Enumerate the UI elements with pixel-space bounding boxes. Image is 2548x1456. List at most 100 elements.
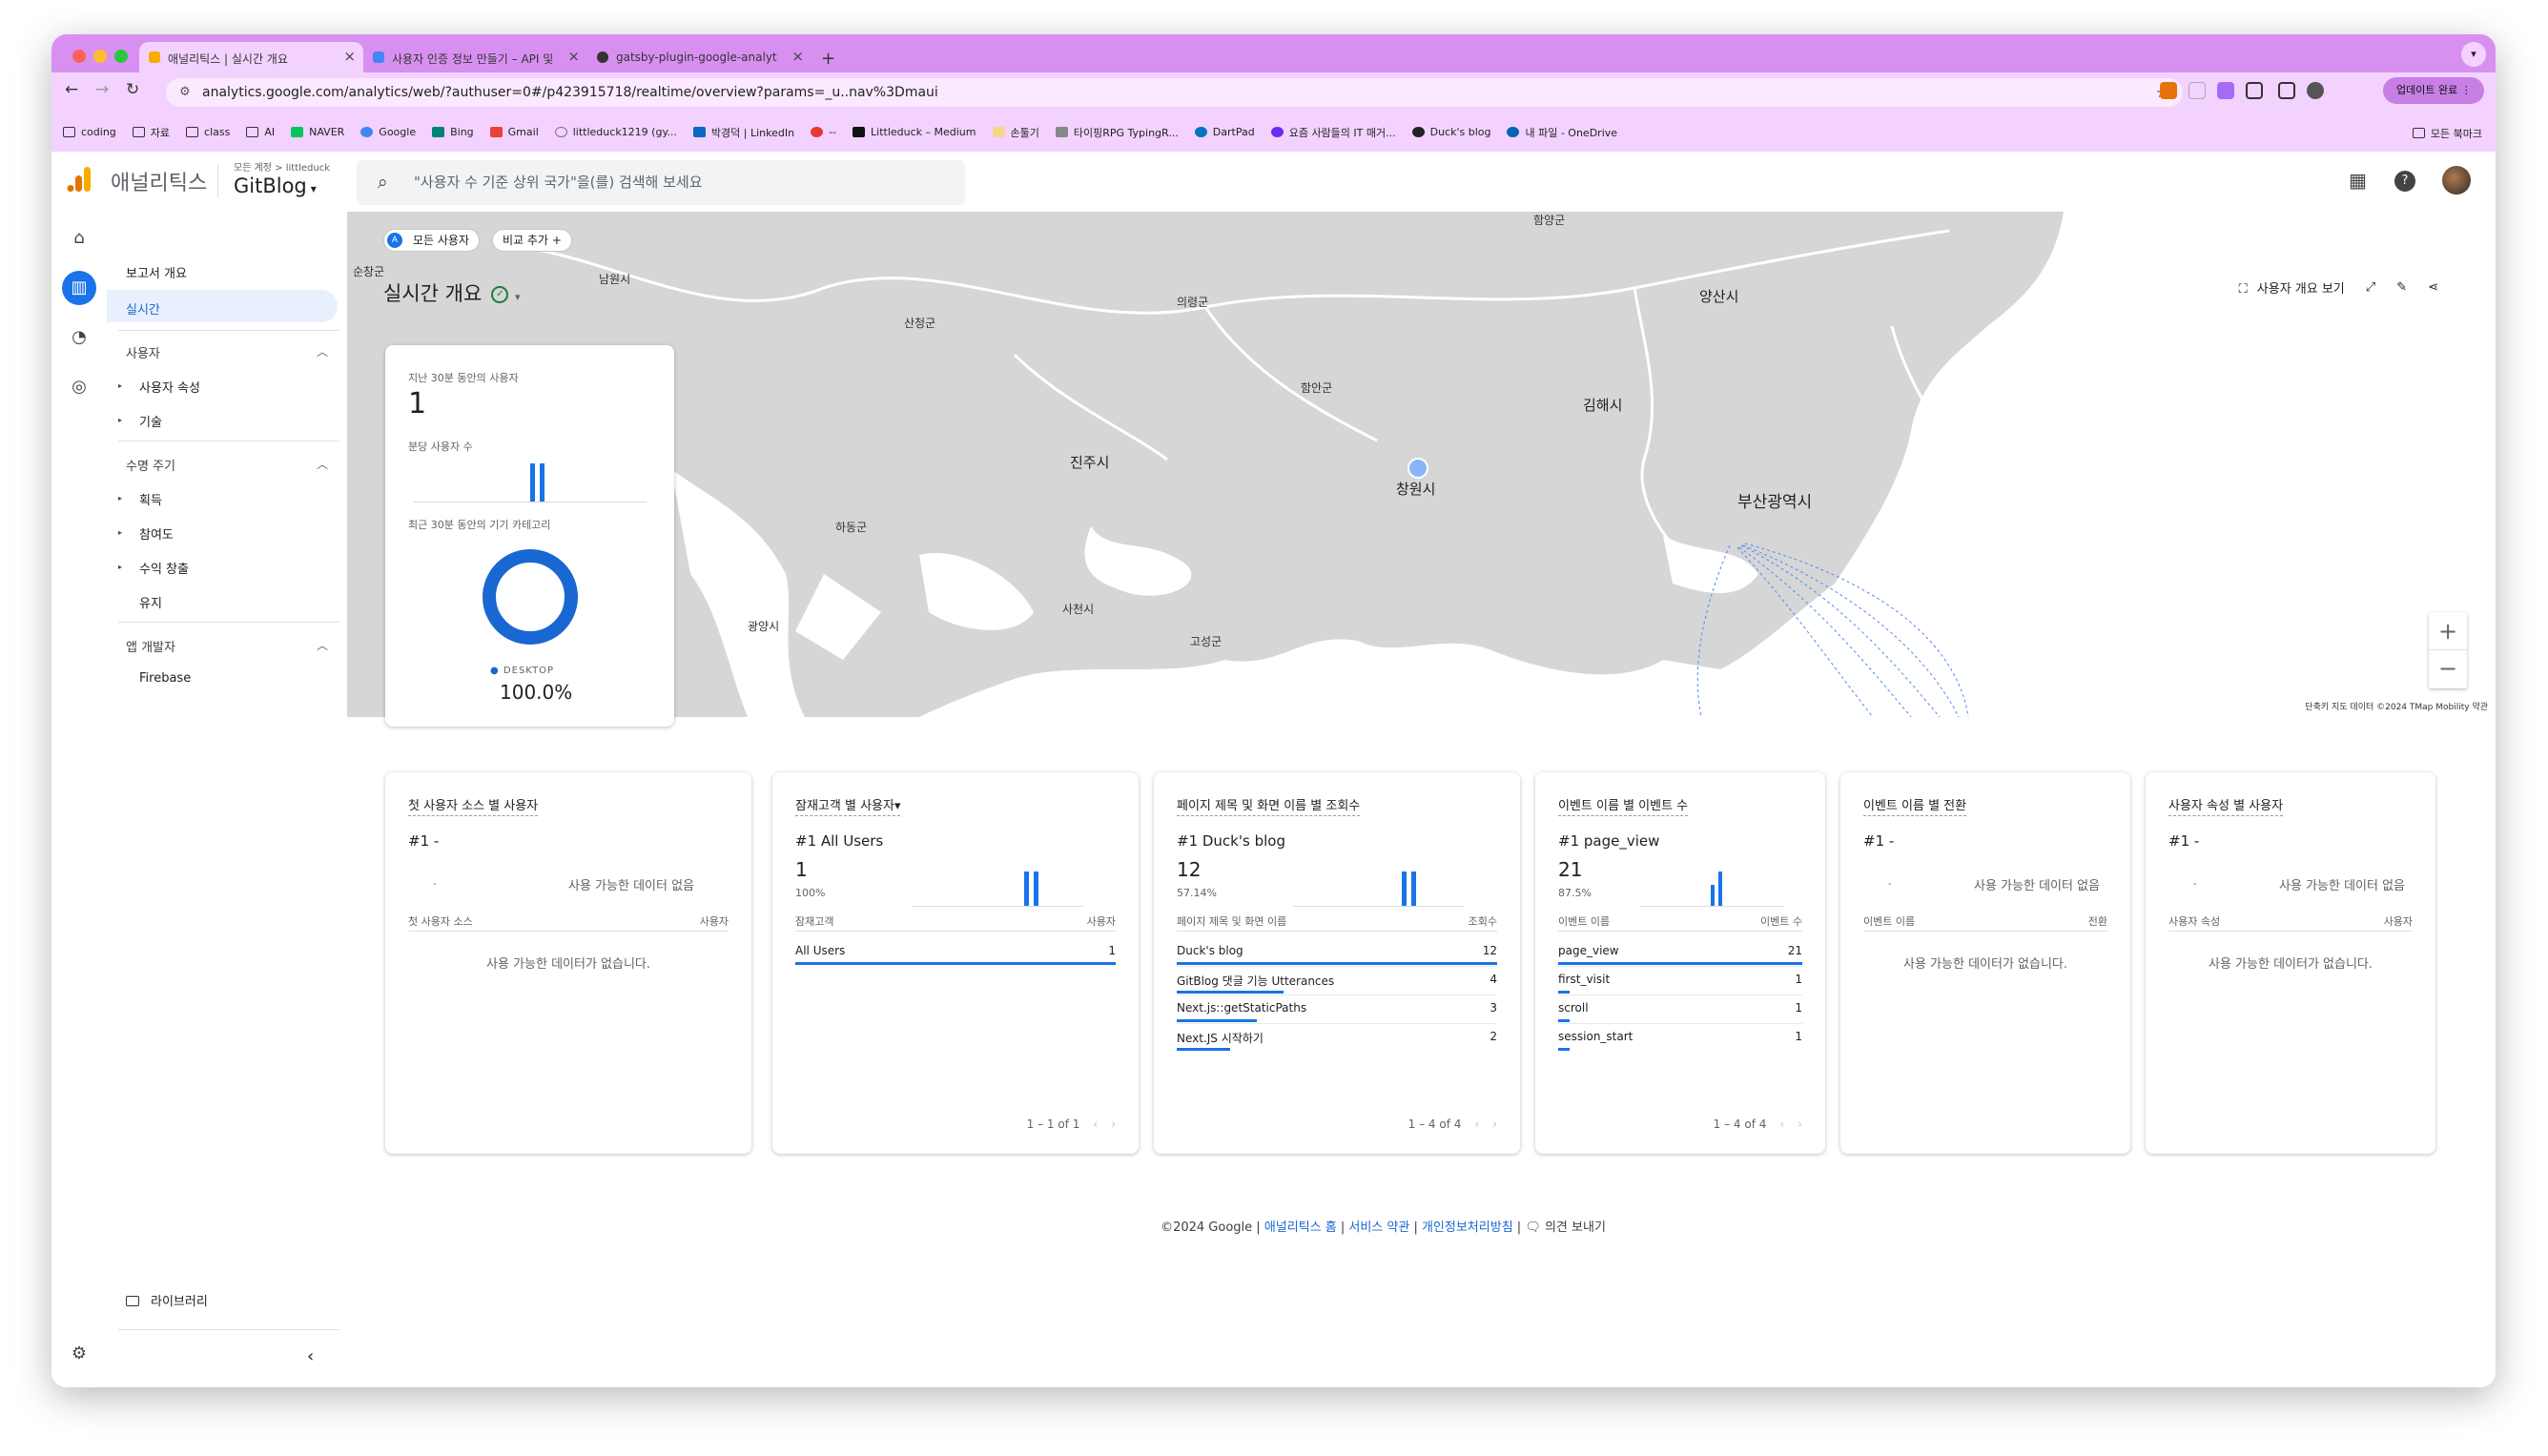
all-bookmarks[interactable]: 모든 북마크: [2412, 126, 2482, 141]
feedback-button[interactable]: 🗨 의견 보내기: [1525, 1220, 1606, 1235]
table-row[interactable]: GitBlog 댓글 기능 Utterances 4: [1177, 971, 1497, 999]
table-row[interactable]: Duck's blog 12: [1177, 942, 1497, 971]
bookmark-item[interactable]: 자료: [132, 125, 170, 140]
minute-bar[interactable]: [1711, 885, 1715, 906]
property-selector[interactable]: GitBlog ▾: [234, 174, 317, 197]
bookmark-item[interactable]: littleduck1219 (gy...: [554, 126, 677, 138]
side-panel-icon[interactable]: [2278, 82, 2295, 99]
expand-arrow-icon[interactable]: ▸: [118, 494, 122, 502]
minute-bar[interactable]: [1718, 872, 1722, 906]
next-page-icon[interactable]: ›: [1111, 1118, 1116, 1131]
search-input[interactable]: ⌕ "사용자 수 기준 상위 국가"을(를) 검색해 보세요: [357, 160, 965, 205]
sidebar-item-acquisition[interactable]: 획득: [139, 490, 162, 508]
fullscreen-icon[interactable]: ⤢: [2366, 280, 2375, 295]
address-bar[interactable]: ⚙ analytics.google.com/analytics/web/?au…: [166, 78, 2183, 107]
user-location-marker[interactable]: [1408, 458, 1428, 479]
sidebar-item-monetization[interactable]: 수익 창출: [139, 559, 189, 577]
bookmark-item[interactable]: Google: [360, 126, 416, 138]
section-lifecycle[interactable]: 수명 주기 ︿: [126, 456, 328, 474]
extension-icon[interactable]: [2160, 82, 2177, 99]
table-row[interactable]: page_view 21: [1558, 942, 1802, 971]
bookmark-item[interactable]: Gmail: [489, 126, 539, 138]
bookmark-item[interactable]: Duck's blog: [1411, 126, 1490, 138]
expand-arrow-icon[interactable]: ▸: [118, 381, 122, 390]
minute-bar[interactable]: [1024, 872, 1029, 906]
bookmark-item[interactable]: NAVER: [291, 126, 344, 138]
next-page-icon[interactable]: ›: [1492, 1118, 1497, 1131]
site-info-icon[interactable]: ⚙: [179, 78, 191, 107]
card-title[interactable]: 사용자 속성 별 사용자: [2168, 795, 2284, 816]
view-user-overview-button[interactable]: ⛶ 사용자 개요 보기: [2239, 278, 2345, 297]
minute-bar[interactable]: [1034, 872, 1038, 906]
zoom-window-button[interactable]: [114, 50, 128, 63]
avatar[interactable]: [2442, 166, 2471, 195]
close-tab-icon[interactable]: ×: [567, 48, 580, 65]
tab-analytics[interactable]: 애널리틱스 | 실시간 개요 ×: [139, 42, 363, 72]
minute-bar[interactable]: [530, 463, 535, 502]
prev-page-icon[interactable]: ‹: [1474, 1118, 1479, 1131]
settings-gear-icon[interactable]: ⚙: [62, 1337, 96, 1371]
advertising-icon[interactable]: ◎: [62, 370, 96, 404]
sidebar-item-engagement[interactable]: 참여도: [139, 524, 174, 543]
card-title[interactable]: 페이지 제목 및 화면 이름 별 조회수: [1177, 795, 1361, 816]
forward-arrow-icon[interactable]: →: [95, 80, 109, 99]
new-tab-button[interactable]: +: [812, 49, 845, 72]
table-row[interactable]: All Users 1: [795, 942, 1116, 971]
sidebar-item-report-overview[interactable]: 보고서 개요: [126, 263, 187, 281]
bookmark-item[interactable]: Bing: [432, 126, 474, 138]
card-title[interactable]: 이벤트 이름 별 전환: [1863, 795, 1967, 816]
sidebar-item-firebase[interactable]: Firebase: [139, 671, 191, 686]
zoom-in-button[interactable]: +: [2429, 612, 2467, 650]
tab-github[interactable]: gatsby-plugin-google-analyt ×: [587, 42, 812, 72]
explore-icon[interactable]: ◔: [62, 320, 96, 355]
minimize-window-button[interactable]: [93, 50, 107, 63]
card-title[interactable]: 이벤트 이름 별 이벤트 수: [1558, 795, 1689, 816]
close-tab-icon[interactable]: ×: [343, 48, 356, 65]
bookmark-item[interactable]: 박경덕 | LinkedIn: [692, 125, 794, 140]
bookmark-item[interactable]: Littleduck – Medium: [853, 126, 976, 138]
zoom-out-button[interactable]: −: [2429, 650, 2467, 688]
bookmark-item[interactable]: 내 파일 - OneDrive: [1507, 125, 1617, 140]
sidebar-item-library[interactable]: 라이브러리: [126, 1291, 208, 1309]
close-tab-icon[interactable]: ×: [791, 48, 804, 65]
all-users-chip[interactable]: A 모든 사용자: [383, 229, 481, 252]
bookmark-item[interactable]: --: [811, 126, 836, 138]
device-donut-chart[interactable]: [481, 547, 580, 646]
prev-page-icon[interactable]: ‹: [1093, 1118, 1098, 1131]
section-app-developer[interactable]: 앱 개발자 ︿: [126, 637, 328, 655]
dropdown-arrow-icon[interactable]: ▾: [515, 291, 521, 303]
table-row[interactable]: first_visit 1: [1558, 971, 1802, 999]
sidebar-item-user-attributes[interactable]: 사용자 속성: [139, 378, 200, 396]
minute-bar[interactable]: [1411, 872, 1416, 906]
sidebar-item-tech[interactable]: 기술: [139, 412, 162, 430]
privacy-link[interactable]: 개인정보처리방침: [1422, 1220, 1513, 1235]
bookmark-item[interactable]: 타이핑RPG TypingR...: [1055, 125, 1179, 140]
apps-grid-icon[interactable]: ▦: [2349, 169, 2367, 192]
section-user[interactable]: 사용자 ︿: [126, 343, 328, 361]
card-title[interactable]: 잠재고객 별 사용자▾: [795, 795, 901, 816]
profile-spy-icon[interactable]: [2307, 82, 2324, 99]
sidebar-item-realtime[interactable]: 실시간: [107, 290, 338, 322]
minute-bar[interactable]: [540, 463, 545, 502]
extension-icon[interactable]: [2217, 82, 2234, 99]
card-title[interactable]: 첫 사용자 소스 별 사용자: [408, 795, 539, 816]
tab-search-chevron-icon[interactable]: ▾: [2461, 42, 2486, 67]
bookmark-item[interactable]: 손툴기: [992, 125, 1039, 140]
bookmark-item[interactable]: DartPad: [1194, 126, 1255, 138]
sidebar-item-retention[interactable]: 유지: [139, 593, 162, 611]
bookmark-item[interactable]: 요즘 사람들의 IT 매거...: [1270, 125, 1396, 140]
account-breadcrumb[interactable]: 모든 계정 > littleduck: [234, 159, 330, 174]
expand-arrow-icon[interactable]: ▸: [118, 416, 122, 424]
terms-link[interactable]: 서비스 약관: [1348, 1220, 1409, 1235]
table-row[interactable]: scroll 1: [1558, 999, 1802, 1028]
analytics-home-link[interactable]: 애널리틱스 홈: [1264, 1220, 1337, 1235]
customize-report-icon[interactable]: ✎: [2396, 280, 2407, 295]
home-icon[interactable]: ⌂: [62, 221, 96, 256]
collapse-sidebar-chevron-icon[interactable]: ‹: [307, 1346, 314, 1366]
expand-arrow-icon[interactable]: ▸: [118, 563, 122, 571]
table-row[interactable]: Next.js::getStaticPaths 3: [1177, 999, 1497, 1028]
expand-arrow-icon[interactable]: ▸: [118, 528, 122, 537]
minute-bar[interactable]: [1402, 872, 1407, 906]
share-icon[interactable]: ⋖: [2428, 280, 2438, 295]
bookmark-item[interactable]: class: [186, 126, 230, 138]
